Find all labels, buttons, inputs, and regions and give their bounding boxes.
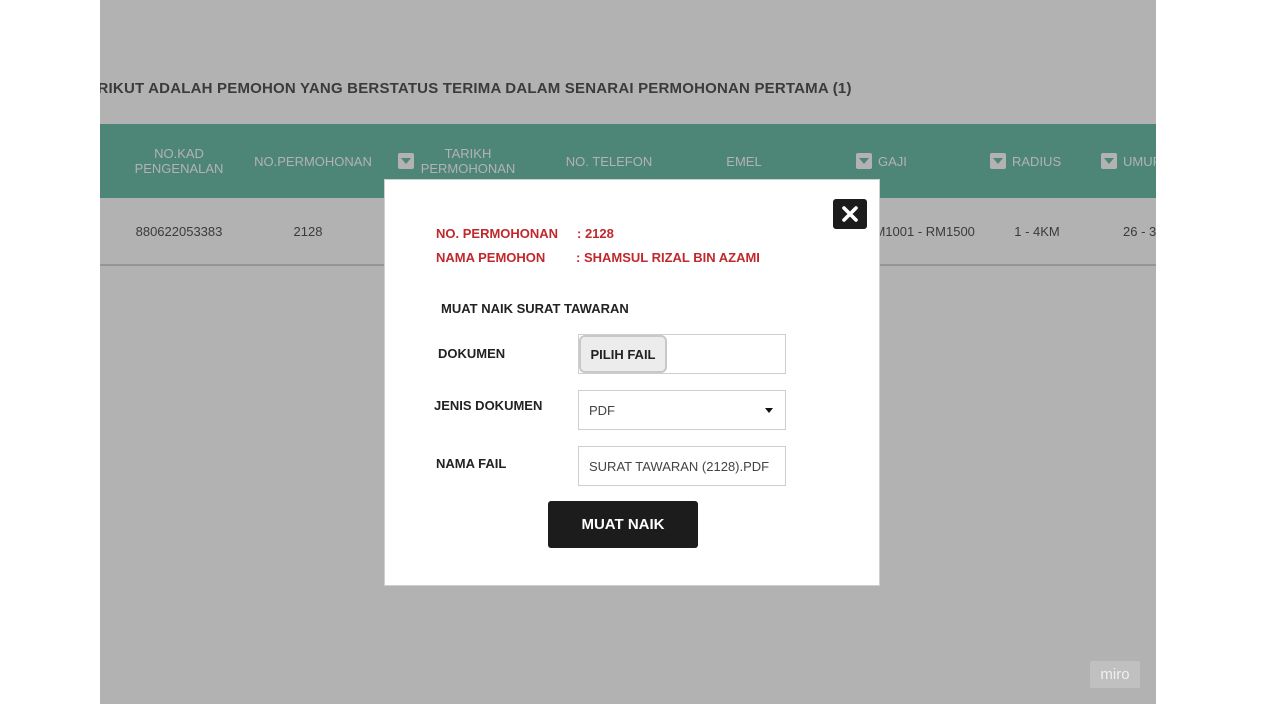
upload-modal: NO. PERMOHONAN : 2128 NAMA PEMOHON : SHAMS… bbox=[384, 179, 880, 586]
no-permohonan-label: NO. PERMOHONAN bbox=[436, 226, 559, 241]
jenis-dokumen-label: JENIS DOKUMEN bbox=[434, 398, 543, 413]
upload-button[interactable]: MUAT NAIK bbox=[548, 501, 698, 548]
nama-pemohon-row: NAMA PEMOHON : SHAMSUL RIZAL BIN AZAMI bbox=[436, 250, 760, 265]
nama-fail-label: NAMA FAIL bbox=[436, 456, 507, 471]
no-permohonan-row: NO. PERMOHONAN : 2128 bbox=[436, 226, 614, 241]
chevron-down-icon bbox=[765, 408, 773, 413]
choose-file-button[interactable]: PILIH FAIL bbox=[579, 335, 667, 373]
nama-pemohon-value: : SHAMSUL RIZAL BIN AZAMI bbox=[576, 250, 760, 265]
close-button[interactable] bbox=[833, 199, 867, 229]
file-picker[interactable]: PILIH FAIL bbox=[578, 334, 786, 374]
no-permohonan-value: : 2128 bbox=[577, 226, 614, 241]
close-icon bbox=[842, 206, 858, 222]
nama-pemohon-label: NAMA PEMOHON bbox=[436, 250, 546, 265]
dokumen-label: DOKUMEN bbox=[438, 346, 506, 361]
file-name-value: SURAT TAWARAN (2128).PDF bbox=[589, 459, 770, 474]
section-title: MUAT NAIK SURAT TAWARAN bbox=[441, 301, 629, 316]
miro-watermark: miro bbox=[1090, 661, 1140, 688]
document-type-select[interactable]: PDF bbox=[578, 390, 786, 430]
document-type-value: PDF bbox=[589, 403, 615, 418]
file-name-field[interactable]: SURAT TAWARAN (2128).PDF bbox=[578, 446, 786, 486]
